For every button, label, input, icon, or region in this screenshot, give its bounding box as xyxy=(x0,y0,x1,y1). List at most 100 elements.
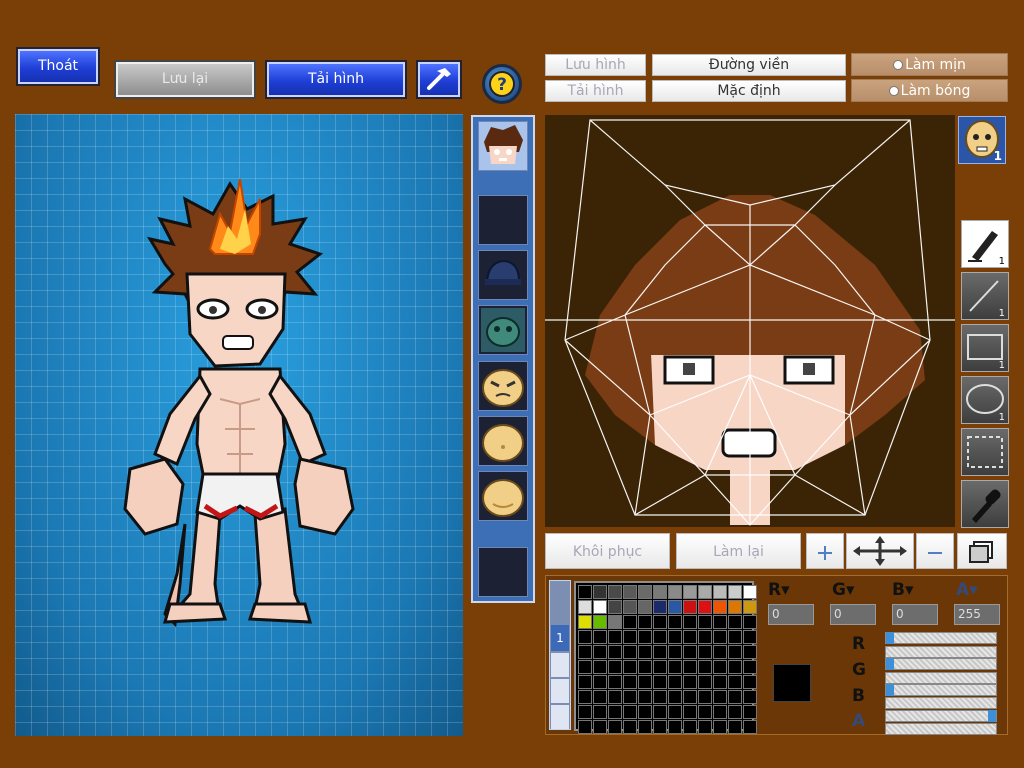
palette-color-cell[interactable] xyxy=(713,690,727,704)
part-slot-empty-2[interactable] xyxy=(478,547,528,597)
palette-color-cell[interactable] xyxy=(638,705,652,719)
palette-color-cell[interactable] xyxy=(743,690,757,704)
palette-color-cell[interactable] xyxy=(698,645,712,659)
slider-g[interactable] xyxy=(885,658,997,670)
palette-color-cell[interactable] xyxy=(623,720,637,734)
palette-color-cell[interactable] xyxy=(668,705,682,719)
palette-color-cell[interactable] xyxy=(608,615,622,629)
palette-color-cell[interactable] xyxy=(623,690,637,704)
palette-color-cell[interactable] xyxy=(608,690,622,704)
redo-button[interactable]: Làm lại xyxy=(676,533,801,569)
palette-color-cell[interactable] xyxy=(638,720,652,734)
palette-color-cell[interactable] xyxy=(578,675,592,689)
palette-color-cell[interactable] xyxy=(713,645,727,659)
palette-color-cell[interactable] xyxy=(578,630,592,644)
palette-color-cell[interactable] xyxy=(728,705,742,719)
palette-color-cell[interactable] xyxy=(608,630,622,644)
palette-color-cell[interactable] xyxy=(638,630,652,644)
slider-a[interactable] xyxy=(885,710,997,722)
outline-button[interactable]: Đường viền xyxy=(652,54,846,76)
palette-color-cell[interactable] xyxy=(728,690,742,704)
palette-color-cell[interactable] xyxy=(593,690,607,704)
palette-color-cell[interactable] xyxy=(623,660,637,674)
palette-color-cell[interactable] xyxy=(653,585,667,599)
slider-a-knob[interactable] xyxy=(988,710,996,722)
palette-color-cell[interactable] xyxy=(743,585,757,599)
part-slot-empty-1[interactable] xyxy=(478,195,528,245)
palette-color-cell[interactable] xyxy=(623,630,637,644)
palette-color-cell[interactable] xyxy=(683,645,697,659)
palette-color-cell[interactable] xyxy=(668,600,682,614)
palette-color-cell[interactable] xyxy=(578,660,592,674)
palette-color-cell[interactable] xyxy=(698,630,712,644)
palette-color-cell[interactable] xyxy=(728,720,742,734)
palette-color-cell[interactable] xyxy=(698,675,712,689)
load-image-button[interactable]: Tải hình xyxy=(545,80,646,102)
palette-color-cell[interactable] xyxy=(698,705,712,719)
palette-color-cell[interactable] xyxy=(698,585,712,599)
palette-color-cell[interactable] xyxy=(668,675,682,689)
default-button[interactable]: Mặc định xyxy=(652,80,846,102)
channel-g-header[interactable]: G▾ xyxy=(832,580,855,600)
part-slot-face-plain[interactable] xyxy=(478,416,528,466)
palette-color-cell[interactable] xyxy=(683,705,697,719)
part-slot-mask[interactable] xyxy=(478,305,528,355)
palette-color-cell[interactable] xyxy=(713,720,727,734)
palette-color-cell[interactable] xyxy=(728,600,742,614)
palette-color-cell[interactable] xyxy=(728,660,742,674)
palette-color-cell[interactable] xyxy=(623,585,637,599)
exit-button[interactable]: Thoát xyxy=(16,47,100,86)
palette-color-cell[interactable] xyxy=(683,600,697,614)
palette-color-cell[interactable] xyxy=(728,645,742,659)
palette-color-cell[interactable] xyxy=(683,630,697,644)
palette-color-cell[interactable] xyxy=(668,630,682,644)
palette-color-cell[interactable] xyxy=(698,615,712,629)
palette-color-cell[interactable] xyxy=(608,660,622,674)
part-slot-helmet[interactable] xyxy=(478,250,528,300)
palette-color-cell[interactable] xyxy=(593,600,607,614)
palette-color-cell[interactable] xyxy=(608,645,622,659)
channel-a-header[interactable]: A▾ xyxy=(956,580,978,600)
tool-pen[interactable]: 1 xyxy=(961,220,1009,268)
palette-color-cell[interactable] xyxy=(578,645,592,659)
palette-color-cell[interactable] xyxy=(743,645,757,659)
palette-tab-2[interactable] xyxy=(551,653,569,677)
palette-color-cell[interactable] xyxy=(668,690,682,704)
tool-ellipse[interactable]: 1 xyxy=(961,376,1009,424)
palette-color-cell[interactable] xyxy=(623,645,637,659)
palette-color-cell[interactable] xyxy=(638,585,652,599)
palette-color-cell[interactable] xyxy=(668,660,682,674)
palette-color-cell[interactable] xyxy=(713,675,727,689)
palette-color-cell[interactable] xyxy=(593,630,607,644)
palette-color-cell[interactable] xyxy=(683,720,697,734)
channel-b-input[interactable]: 0 xyxy=(892,604,938,625)
palette-color-cell[interactable] xyxy=(578,585,592,599)
channel-g-input[interactable]: 0 xyxy=(830,604,876,625)
channel-r-input[interactable]: 0 xyxy=(768,604,814,625)
palette-color-cell[interactable] xyxy=(713,600,727,614)
palette-color-cell[interactable] xyxy=(653,615,667,629)
palette-color-cell[interactable] xyxy=(668,645,682,659)
palette-tab-1[interactable]: 1 xyxy=(551,625,569,651)
palette-color-cell[interactable] xyxy=(578,615,592,629)
palette-color-cell[interactable] xyxy=(683,675,697,689)
character-preview-canvas[interactable] xyxy=(15,114,463,736)
palette-color-cell[interactable] xyxy=(713,705,727,719)
palette-color-cell[interactable] xyxy=(653,600,667,614)
palette-color-cell[interactable] xyxy=(593,660,607,674)
layers-button[interactable] xyxy=(957,533,1007,569)
part-slot-face-angry[interactable] xyxy=(478,361,528,411)
palette-color-cell[interactable] xyxy=(608,675,622,689)
palette-color-cell[interactable] xyxy=(623,675,637,689)
palette-color-cell[interactable] xyxy=(728,630,742,644)
palette-color-cell[interactable] xyxy=(698,690,712,704)
palette-color-cell[interactable] xyxy=(653,630,667,644)
zoom-out-button[interactable] xyxy=(916,533,954,569)
palette-color-cell[interactable] xyxy=(743,675,757,689)
palette-color-cell[interactable] xyxy=(623,600,637,614)
palette-color-cell[interactable] xyxy=(668,720,682,734)
palette-color-cell[interactable] xyxy=(638,600,652,614)
palette-color-cell[interactable] xyxy=(608,720,622,734)
shade-radio[interactable]: Làm bóng xyxy=(851,79,1008,102)
palette-color-cell[interactable] xyxy=(653,660,667,674)
